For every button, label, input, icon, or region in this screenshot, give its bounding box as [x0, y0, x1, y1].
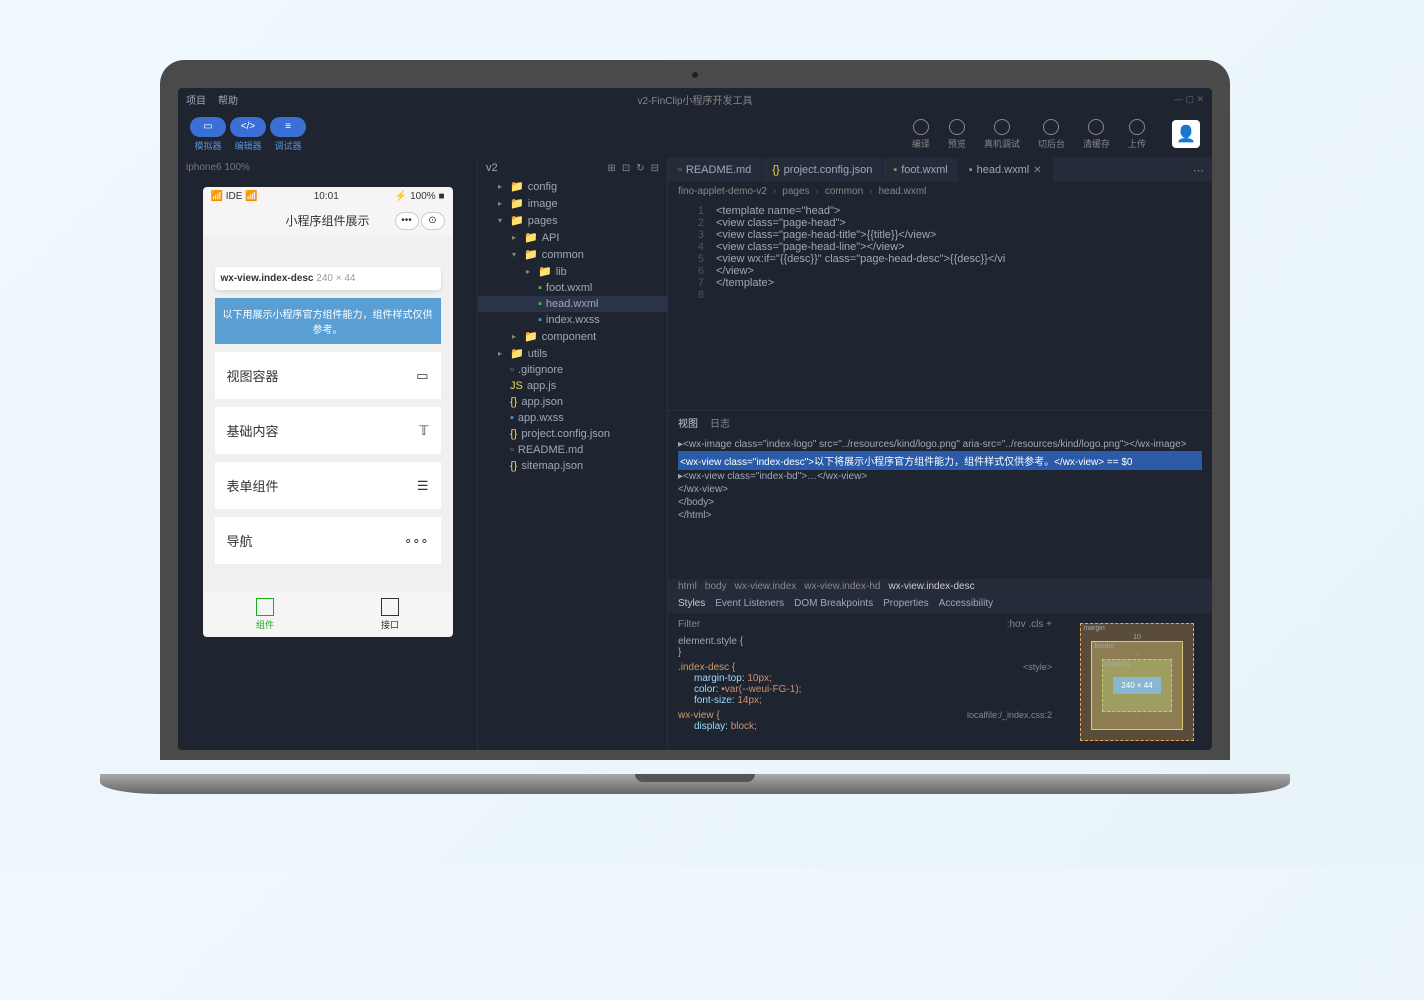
- more-icon[interactable]: •••: [395, 212, 419, 230]
- text-icon: 𝕋: [419, 423, 428, 439]
- file-gitignore[interactable]: ▫.gitignore: [478, 362, 667, 378]
- folder-api[interactable]: ▸📁API: [478, 229, 667, 246]
- folder-utils[interactable]: ▸📁utils: [478, 345, 667, 362]
- phone-simulator: 📶 IDE 📶 10:01 ⚡ 100% ■ 小程序组件展示 ••• ⊙ wx-…: [203, 187, 453, 637]
- dom-inspector[interactable]: ▸<wx-image class="index-logo" src="../re…: [668, 434, 1212, 579]
- list-item[interactable]: 导航∘∘∘: [215, 517, 441, 564]
- avatar[interactable]: 👤: [1172, 120, 1200, 148]
- list-item[interactable]: 基础内容𝕋: [215, 407, 441, 454]
- tab-readme[interactable]: ▫README.md: [668, 158, 762, 182]
- refresh-icon[interactable]: ↻: [636, 163, 644, 174]
- folder-common[interactable]: ▾📁common: [478, 246, 667, 263]
- filter-input[interactable]: Filter: [678, 619, 700, 630]
- editor-tabs: ▫README.md {}project.config.json ▪foot.w…: [668, 158, 1212, 182]
- code-editor[interactable]: 1<template name="head"> 2 <view class="p…: [668, 201, 1212, 410]
- menu-icon: ☰: [417, 478, 429, 494]
- styles-tab[interactable]: Styles: [678, 598, 705, 609]
- file-appjs[interactable]: JSapp.js: [478, 378, 667, 394]
- file-readme[interactable]: ▫README.md: [478, 442, 667, 458]
- file-indexwxss[interactable]: ▪index.wxss: [478, 312, 667, 328]
- devtools-tab-view[interactable]: 视图: [678, 415, 698, 430]
- tab-headwxml[interactable]: ▪head.wxml✕: [959, 158, 1053, 182]
- explorer-root: v2: [486, 162, 498, 174]
- app-title: 小程序组件展示: [285, 212, 369, 229]
- tab-component[interactable]: 组件: [203, 592, 328, 637]
- chevron-icon: ▭: [416, 368, 428, 384]
- file-footwxml[interactable]: ▪foot.wxml: [478, 280, 667, 296]
- tab-projectconfig[interactable]: {}project.config.json: [762, 158, 883, 182]
- action-upload[interactable]: 上传: [1128, 119, 1146, 150]
- file-headwxml[interactable]: ▪head.wxml: [478, 296, 667, 312]
- selected-dom-node[interactable]: <wx-view class="index-desc">以下将展示小程序官方组件…: [678, 451, 1202, 470]
- devtools: 视图 日志 ▸<wx-image class="index-logo" src=…: [668, 410, 1212, 750]
- folder-pages[interactable]: ▾📁pages: [478, 212, 667, 229]
- action-switch[interactable]: 切后台: [1038, 119, 1065, 150]
- file-projectconfig[interactable]: {}project.config.json: [478, 426, 667, 442]
- editor-area: ▫README.md {}project.config.json ▪foot.w…: [668, 158, 1212, 750]
- window-controls[interactable]: — ▢ ✕: [1174, 94, 1204, 105]
- inspect-tooltip: wx-view.index-desc 240 × 44: [215, 267, 441, 290]
- dom-breadcrumb: html body wx-view.index wx-view.index-hd…: [668, 579, 1212, 594]
- close-icon[interactable]: ✕: [1033, 165, 1041, 176]
- tab-footwxml[interactable]: ▪foot.wxml: [883, 158, 958, 182]
- new-file-icon[interactable]: ⊞: [607, 163, 615, 174]
- pill-debug[interactable]: ≡: [270, 117, 306, 137]
- nav-icon: ∘∘∘: [404, 533, 428, 549]
- box-model: margin10 border- padding- 240 × 44 - -: [1062, 613, 1212, 750]
- highlighted-element[interactable]: 以下用展示小程序官方组件能力，组件样式仅供参考。: [215, 298, 441, 344]
- laptop-frame: 项目 帮助 v2-FinClip小程序开发工具 — ▢ ✕ ▭ </> ≡ 模拟…: [160, 60, 1230, 780]
- file-appjson[interactable]: {}app.json: [478, 394, 667, 410]
- menu-project[interactable]: 项目: [186, 92, 206, 107]
- window-title: v2-FinClip小程序开发工具: [637, 92, 752, 107]
- more-icon[interactable]: ⋯: [1185, 164, 1212, 177]
- device-info: iphone6 100%: [178, 158, 477, 177]
- toolbar: ▭ </> ≡ 模拟器 编辑器 调试器 编译 预览 真机调试 切后台 清缓存 上…: [178, 110, 1212, 158]
- list-item[interactable]: 视图容器▭: [215, 352, 441, 399]
- pill-simulator[interactable]: ▭: [190, 117, 226, 137]
- action-compile[interactable]: 编译: [912, 119, 930, 150]
- file-appwxss[interactable]: ▪app.wxss: [478, 410, 667, 426]
- pill-editor[interactable]: </>: [230, 117, 266, 137]
- close-icon[interactable]: ⊙: [421, 212, 445, 230]
- styles-panel[interactable]: Filter:hov .cls + element.style { } .ind…: [668, 613, 1062, 750]
- breadcrumb: fino-applet-demo-v2› pages› common› head…: [668, 182, 1212, 201]
- action-remote[interactable]: 真机调试: [984, 119, 1020, 150]
- folder-component[interactable]: ▸📁component: [478, 328, 667, 345]
- menu-help[interactable]: 帮助: [218, 92, 238, 107]
- collapse-icon[interactable]: ⊟: [651, 163, 659, 174]
- action-cache[interactable]: 清缓存: [1083, 119, 1110, 150]
- file-explorer: v2 ⊞ ⊡ ↻ ⊟ ▸📁config ▸📁image ▾📁pages ▸📁API ▾…: [478, 158, 668, 750]
- devtools-tab-log[interactable]: 日志: [710, 415, 730, 430]
- folder-config[interactable]: ▸📁config: [478, 178, 667, 195]
- file-sitemap[interactable]: {}sitemap.json: [478, 458, 667, 474]
- list-item[interactable]: 表单组件☰: [215, 462, 441, 509]
- folder-image[interactable]: ▸📁image: [478, 195, 667, 212]
- new-folder-icon[interactable]: ⊡: [622, 163, 630, 174]
- simulator-panel: iphone6 100% 📶 IDE 📶 10:01 ⚡ 100% ■ 小程序组…: [178, 158, 478, 750]
- ide-window: 项目 帮助 v2-FinClip小程序开发工具 — ▢ ✕ ▭ </> ≡ 模拟…: [178, 88, 1212, 750]
- folder-lib[interactable]: ▸📁lib: [478, 263, 667, 280]
- tab-api[interactable]: 接口: [328, 592, 453, 637]
- action-preview[interactable]: 预览: [948, 119, 966, 150]
- menubar: 项目 帮助 v2-FinClip小程序开发工具 — ▢ ✕: [178, 88, 1212, 110]
